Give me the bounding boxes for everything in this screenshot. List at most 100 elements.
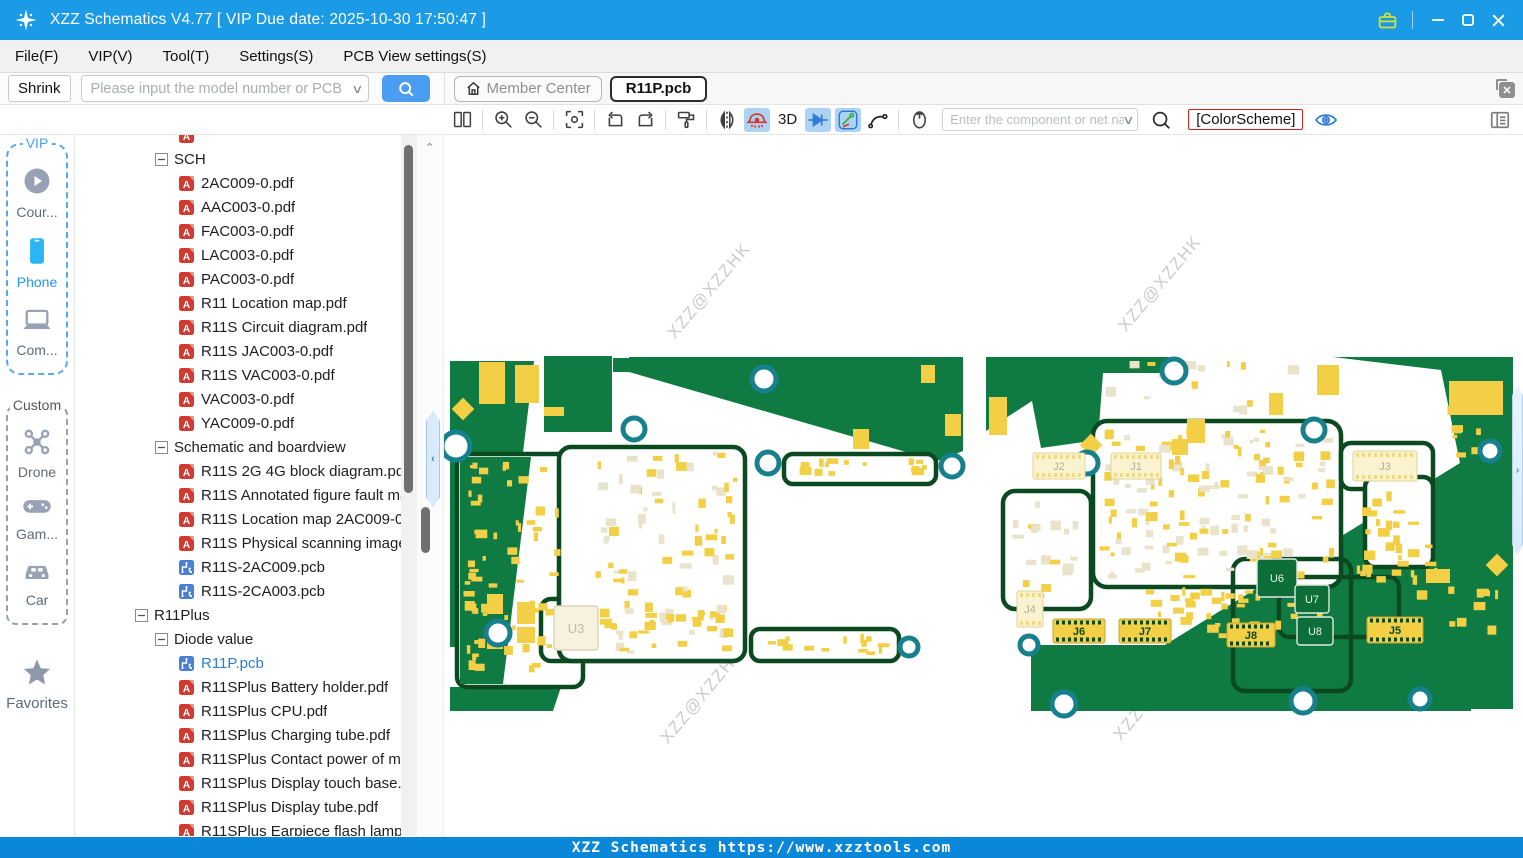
mirror-flip-icon[interactable] — [714, 108, 740, 132]
right-collapse-handle[interactable]: › — [1512, 385, 1523, 555]
split-view-icon[interactable] — [449, 108, 475, 132]
rail-item-game[interactable]: Gam... — [2, 496, 72, 542]
scroll-up-icon[interactable]: ⌃ — [425, 141, 434, 154]
tree-item[interactable]: A — [75, 135, 401, 147]
close-button[interactable] — [1483, 5, 1513, 35]
paint-roller-icon[interactable] — [673, 108, 699, 132]
tree-item[interactable]: A R11S Annotated figure fault ma — [75, 483, 401, 507]
tree-item[interactable]: A VAC003-0.pdf — [75, 387, 401, 411]
rail-item-drone[interactable]: Drone — [2, 428, 72, 480]
pcb-canvas[interactable]: XZZ@XZZHKXZZ@XZZHKXZZ@XZZHKXZZ@XZZHKJ2J1… — [443, 135, 1523, 836]
rail-item-favorites[interactable]: Favorites — [2, 657, 72, 712]
component-search-box[interactable]: ∨ — [942, 108, 1139, 131]
menu-pcb-view-settings[interactable]: PCB View settings(S) — [328, 40, 501, 72]
chevron-down-icon[interactable]: ∨ — [351, 82, 363, 96]
tree-item[interactable]: A LAC003-0.pdf — [75, 243, 401, 267]
expander-icon[interactable] — [155, 152, 168, 166]
collapse-handle[interactable]: ‹ — [426, 411, 440, 507]
zoom-in-icon[interactable] — [490, 108, 516, 132]
shrink-button[interactable]: Shrink — [8, 75, 71, 102]
mouse-icon[interactable] — [906, 108, 932, 132]
model-search-input[interactable] — [90, 80, 353, 97]
rail-item-phone[interactable]: Phone — [2, 236, 72, 290]
pcb-board-view[interactable]: XZZ@XZZHKXZZ@XZZHKXZZ@XZZHKXZZ@XZZHKJ2J1… — [444, 135, 1523, 836]
tree-item[interactable]: R11S-2CA003.pcb — [75, 579, 401, 603]
drone-icon — [22, 428, 52, 461]
tree-item[interactable]: A R11SPlus Battery holder.pdf — [75, 675, 401, 699]
component-search-input[interactable] — [950, 112, 1125, 127]
tree-item[interactable]: A YAC009-0.pdf — [75, 411, 401, 435]
tree-item[interactable]: A R11SPlus Display tube.pdf — [75, 795, 401, 819]
expander-icon[interactable] — [135, 608, 148, 622]
pdf-icon: A — [178, 511, 195, 528]
tree-item-label: R11SPlus Display tube.pdf — [201, 798, 379, 816]
rotate-left-icon[interactable] — [602, 108, 628, 132]
search-button[interactable] — [381, 75, 430, 102]
menu-tool[interactable]: Tool(T) — [148, 40, 225, 72]
tree-item[interactable]: A R11 Location map.pdf — [75, 291, 401, 315]
rotate-right-icon[interactable] — [632, 108, 658, 132]
expander-icon[interactable] — [155, 632, 168, 646]
curve-probe-icon[interactable] — [865, 108, 891, 132]
tree-item[interactable]: R11P.pcb — [75, 651, 401, 675]
eye-icon[interactable] — [1313, 108, 1339, 132]
chevron-down-icon[interactable]: ∨ — [1123, 113, 1135, 127]
tree-item[interactable]: A R11SPlus CPU.pdf — [75, 699, 401, 723]
pdf-icon: A — [178, 799, 195, 816]
measure-inspect-icon[interactable] — [835, 107, 862, 132]
menu-file[interactable]: File(F) — [0, 40, 73, 72]
expander-icon[interactable] — [155, 440, 168, 454]
tab-r11p-pcb[interactable]: R11P.pcb — [609, 75, 708, 102]
tree-item[interactable]: A R11S 2G 4G block diagram.pdf — [75, 459, 401, 483]
menu-vip[interactable]: VIP(V) — [73, 40, 147, 72]
rail-item-computer[interactable]: Com... — [2, 306, 72, 358]
tree-item-label: R11S Circuit diagram.pdf — [201, 318, 368, 336]
tab-member-center[interactable]: Member Center — [453, 75, 602, 102]
component-search-icon[interactable] — [1148, 108, 1174, 132]
tree-item[interactable]: A R11SPlus Charging tube.pdf — [75, 723, 401, 747]
tree-scrollbar[interactable] — [401, 135, 417, 836]
maximize-button[interactable] — [1453, 5, 1483, 35]
tree-group[interactable]: Schematic and boardview — [75, 435, 401, 459]
diode-icon[interactable] — [805, 107, 832, 132]
minimize-button[interactable] — [1423, 5, 1453, 35]
panel-splitter[interactable]: ⌃ ‹ — [417, 135, 443, 836]
side-panel-toggle-icon[interactable] — [1487, 108, 1513, 132]
tree-item[interactable]: A R11S Physical scanning image.p — [75, 531, 401, 555]
board-chip-label: U7 — [1305, 594, 1319, 606]
svg-text:A: A — [183, 348, 190, 359]
fit-view-icon[interactable] — [561, 108, 587, 132]
tree-item[interactable]: A R11SPlus Display touch base.pd — [75, 771, 401, 795]
tree-item[interactable]: A FAC003-0.pdf — [75, 219, 401, 243]
tree-item[interactable]: A R11SPlus Earpiece flash lamp h — [75, 819, 401, 836]
tree-scrollbar-thumb[interactable] — [404, 145, 413, 493]
lamp-highlight-icon[interactable] — [744, 107, 770, 132]
tree-item[interactable]: R11S-2AC009.pcb — [75, 555, 401, 579]
model-search-box[interactable]: ∨ — [80, 75, 369, 102]
tree-item-label: R11S 2G 4G block diagram.pdf — [201, 462, 401, 480]
colorscheme-button[interactable]: [ColorScheme] — [1188, 109, 1304, 130]
vip-briefcase-icon[interactable] — [1372, 5, 1402, 35]
tree-item[interactable]: A R11S Circuit diagram.pdf — [75, 315, 401, 339]
rail-item-label: Com... — [16, 342, 58, 358]
tree-group[interactable]: R11Plus — [75, 603, 401, 627]
tree-item[interactable]: A 2AC009-0.pdf — [75, 171, 401, 195]
svg-text:A: A — [183, 300, 190, 311]
zoom-out-icon[interactable] — [520, 108, 546, 132]
tree-group[interactable]: SCH — [75, 147, 401, 171]
tree-item[interactable]: A R11SPlus Contact power of mai — [75, 747, 401, 771]
threed-toggle[interactable]: 3D — [774, 111, 801, 128]
menu-settings[interactable]: Settings(S) — [224, 40, 328, 72]
tree-item[interactable]: A PAC003-0.pdf — [75, 267, 401, 291]
splitter-grip[interactable] — [421, 507, 430, 553]
tree-item[interactable]: A R11S VAC003-0.pdf — [75, 363, 401, 387]
rail-item-car[interactable]: Car — [2, 558, 72, 608]
tree-item[interactable]: A R11S JAC003-0.pdf — [75, 339, 401, 363]
close-all-tabs-icon[interactable]: ✕ — [1496, 79, 1515, 98]
rail-item-courses[interactable]: Cour... — [2, 166, 72, 220]
rail-item-label: Gam... — [15, 526, 58, 542]
tree-item[interactable]: A R11S Location map 2AC009-0.p — [75, 507, 401, 531]
tree-group[interactable]: Diode value — [75, 627, 401, 651]
tree-item[interactable]: A AAC003-0.pdf — [75, 195, 401, 219]
svg-text:A: A — [183, 492, 190, 503]
